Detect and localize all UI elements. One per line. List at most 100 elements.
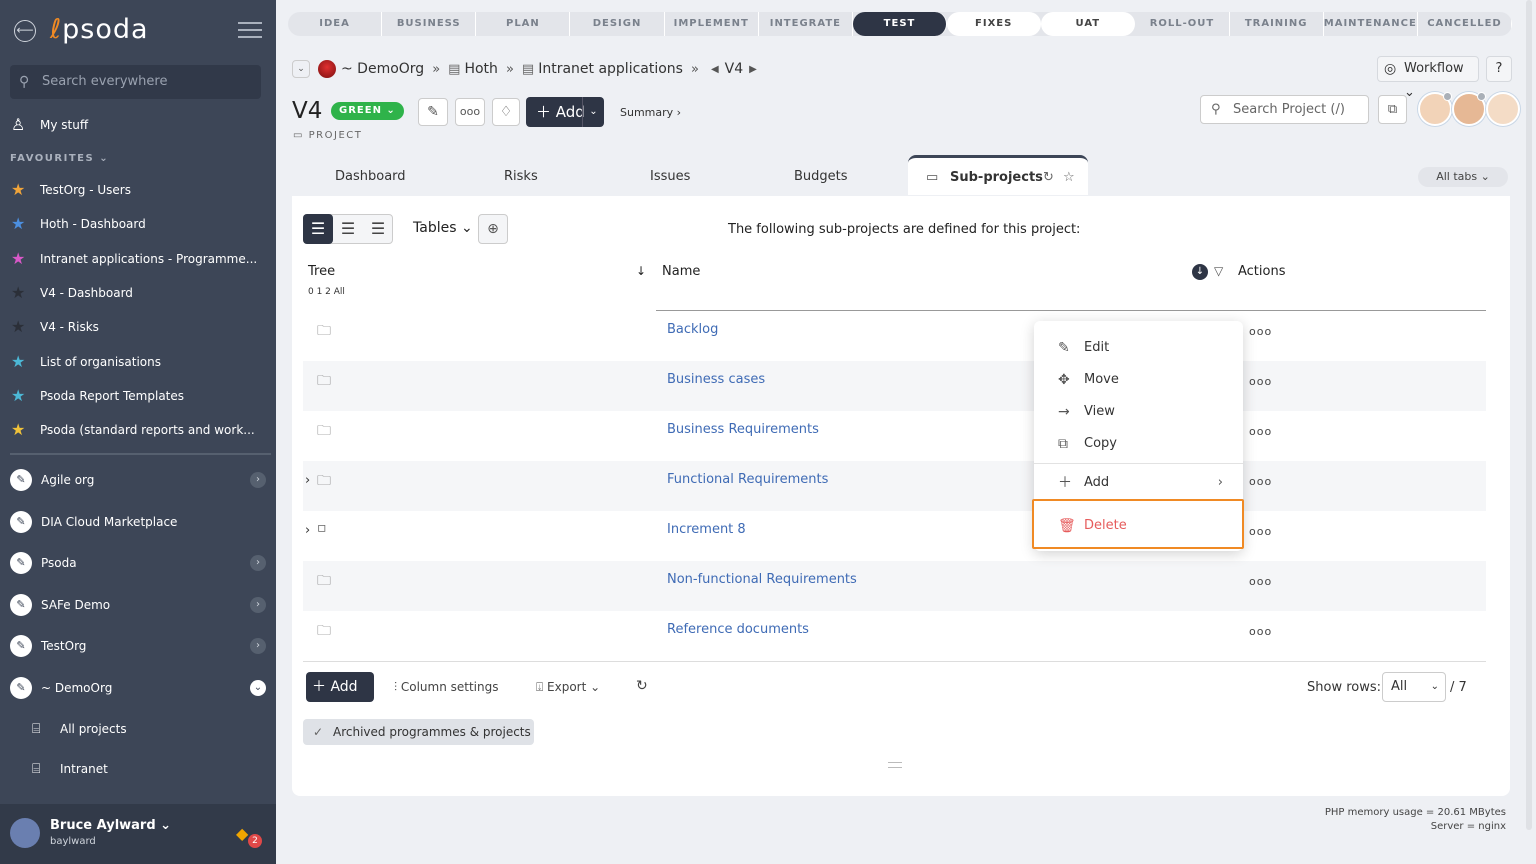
row-actions-icon[interactable]: ooo: [1249, 525, 1272, 538]
favourite-item[interactable]: ★ List of organisations: [0, 347, 276, 377]
menu-item-add[interactable]: ＋ Add ›: [1034, 468, 1243, 498]
menu-item-edit[interactable]: ✎ Edit: [1034, 333, 1243, 363]
archived-toggle[interactable]: ✓ Archived programmes & projects: [303, 719, 534, 745]
phase-maintenance[interactable]: MAINTENANCE: [1324, 12, 1418, 36]
row-actions-icon[interactable]: ooo: [1249, 475, 1272, 488]
org-item[interactable]: ✎ Agile org ›: [0, 463, 276, 497]
phase-cancelled[interactable]: CANCELLED: [1418, 12, 1512, 36]
show-rows-select[interactable]: All ⌄: [1382, 672, 1446, 702]
view-dense-icon[interactable]: ☰: [363, 214, 393, 244]
subproject-link[interactable]: Increment 8: [667, 522, 746, 537]
favourites-header[interactable]: FAVOURITES ⌄: [10, 153, 109, 164]
add-button[interactable]: ＋ Add ⌄: [526, 97, 604, 127]
subproject-link[interactable]: Functional Requirements: [667, 472, 828, 487]
row-actions-icon[interactable]: ooo: [1249, 625, 1272, 638]
org-item[interactable]: ✎ TestOrg ›: [0, 629, 276, 663]
star-icon[interactable]: ☆: [1063, 158, 1075, 198]
row-actions-icon[interactable]: ooo: [1249, 425, 1272, 438]
favourite-item[interactable]: ★ TestOrg - Users: [0, 175, 276, 205]
subproject-link[interactable]: Business Requirements: [667, 422, 819, 437]
chevron-right-icon[interactable]: ›: [250, 596, 266, 613]
subproject-link[interactable]: Business cases: [667, 372, 765, 387]
back-icon[interactable]: ⟵: [14, 20, 36, 42]
rag-status-badge[interactable]: GREEN ⌄: [331, 102, 404, 120]
org-sub-item[interactable]: ⌸ All projects: [0, 714, 276, 744]
all-tabs-button[interactable]: All tabs ⌄: [1418, 167, 1508, 187]
menu-item-view[interactable]: → View: [1034, 397, 1243, 427]
notifications-button[interactable]: ◆ 2: [236, 824, 262, 848]
subproject-link[interactable]: Reference documents: [667, 622, 809, 637]
refresh-icon[interactable]: ↻: [1043, 158, 1054, 198]
tab-budgets[interactable]: Budgets: [794, 156, 848, 196]
phase-implement[interactable]: IMPLEMENT: [665, 12, 759, 36]
tab-sub-projects[interactable]: ▭ Sub-projects ↻ ☆: [908, 155, 1088, 195]
sort-desc-icon[interactable]: ↓: [1192, 264, 1208, 280]
team-member-avatar[interactable]: [1452, 92, 1486, 126]
favourite-item[interactable]: ★ Hoth - Dashboard: [0, 209, 276, 239]
breadcrumb-project[interactable]: V4: [725, 61, 743, 77]
download-icon[interactable]: ⊕: [478, 214, 508, 244]
menu-item-move[interactable]: ✥ Move: [1034, 365, 1243, 395]
export-button[interactable]: ⍗ Export ⌄: [536, 680, 600, 695]
col-name-header[interactable]: Name: [662, 264, 700, 279]
breadcrumb-programme[interactable]: Intranet applications: [538, 61, 683, 77]
tag-icon[interactable]: ♢: [492, 98, 520, 126]
org-item[interactable]: ✎ DIA Cloud Marketplace: [0, 505, 276, 539]
expand-chevron-icon[interactable]: ›: [305, 473, 310, 488]
team-member-avatar[interactable]: [1486, 92, 1520, 126]
row-actions-icon[interactable]: ooo: [1249, 325, 1272, 338]
user-avatar[interactable]: [10, 818, 40, 848]
phase-idea[interactable]: IDEA: [288, 12, 383, 36]
breadcrumb-dropdown-icon[interactable]: ⌄: [292, 60, 310, 78]
org-item[interactable]: ✎ SAFe Demo ›: [0, 588, 276, 622]
breadcrumb-org[interactable]: ~ DemoOrg: [341, 61, 424, 77]
menu-item-copy[interactable]: ⧉ Copy: [1034, 429, 1243, 459]
help-button[interactable]: ?: [1486, 56, 1512, 82]
view-comfortable-icon[interactable]: ☰: [303, 214, 333, 244]
row-actions-icon[interactable]: ooo: [1249, 575, 1272, 588]
chevron-down-icon[interactable]: ⌄: [582, 97, 604, 127]
edit-icon[interactable]: ✎: [418, 98, 448, 126]
tab-dashboard[interactable]: Dashboard: [335, 156, 406, 196]
psoda-logo[interactable]: ℓpsoda: [50, 14, 149, 45]
my-stuff-link[interactable]: ♙ My stuff: [0, 110, 276, 140]
tab-risks[interactable]: Risks: [504, 156, 538, 196]
resize-grip-icon[interactable]: [888, 762, 902, 768]
sidebar-search-input[interactable]: ⚲ Search everywhere: [10, 65, 261, 99]
phase-plan[interactable]: PLAN: [476, 12, 571, 36]
row-actions-icon[interactable]: ooo: [1249, 375, 1272, 388]
org-sub-item[interactable]: ⌸ Intranet: [0, 754, 276, 784]
favourite-item[interactable]: ★ Psoda (standard reports and work...: [0, 415, 276, 445]
chevron-right-icon[interactable]: ›: [250, 555, 266, 572]
chevron-down-icon[interactable]: ⌄: [250, 680, 266, 696]
summary-link[interactable]: Summary ›: [620, 106, 681, 119]
subproject-link[interactable]: Non-functional Requirements: [667, 572, 857, 587]
filter-icon[interactable]: ▽: [1214, 264, 1223, 278]
phase-fixes[interactable]: FIXES: [947, 12, 1042, 36]
col-tree-header[interactable]: Tree: [308, 264, 335, 279]
phase-business-case[interactable]: BUSINESS CASE: [382, 12, 477, 36]
refresh-icon[interactable]: ↻: [636, 678, 648, 694]
view-compact-icon[interactable]: ☰: [333, 214, 363, 244]
phase-design[interactable]: DESIGN: [570, 12, 665, 36]
add-subproject-button[interactable]: ＋ Add: [306, 672, 374, 702]
external-link-icon[interactable]: ⧉: [1378, 95, 1407, 124]
workflow-button[interactable]: ◎ Workflow ⌄: [1377, 56, 1479, 100]
favourite-item[interactable]: ★ V4 - Risks: [0, 312, 276, 342]
breadcrumb-program[interactable]: Hoth: [464, 61, 497, 77]
page-scrollbar[interactable]: [1526, 0, 1532, 830]
favourite-item[interactable]: ★ V4 - Dashboard: [0, 278, 276, 308]
chevron-right-icon[interactable]: ›: [250, 472, 266, 488]
favourite-item[interactable]: ★ Psoda Report Templates: [0, 381, 276, 411]
expand-chevron-icon[interactable]: ›: [305, 523, 310, 538]
tables-dropdown[interactable]: Tables ⌄: [413, 220, 473, 236]
phase-integrate[interactable]: INTEGRATE: [759, 12, 853, 36]
project-search-input[interactable]: ⚲ Search Project (/): [1200, 95, 1369, 124]
collapse-menu-icon[interactable]: [238, 22, 262, 38]
phase-training[interactable]: TRAINING: [1230, 12, 1324, 36]
phase-roll-out[interactable]: ROLL-OUT: [1135, 12, 1230, 36]
subproject-link[interactable]: Backlog: [667, 322, 718, 337]
org-item[interactable]: ✎ ~ DemoOrg ⌄: [0, 671, 276, 705]
favourite-item[interactable]: ★ Intranet applications - Programme...: [0, 244, 276, 274]
team-member-avatar[interactable]: [1418, 92, 1452, 126]
